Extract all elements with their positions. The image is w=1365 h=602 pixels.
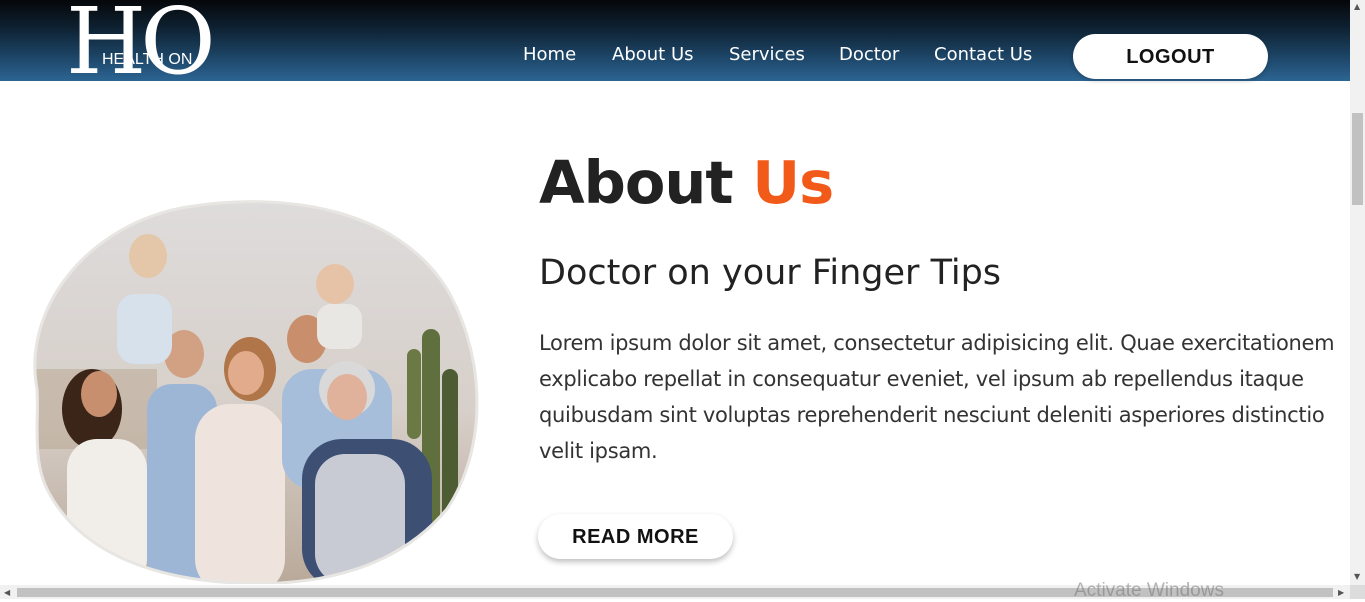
nav-doctor[interactable]: Doctor [839, 42, 899, 68]
about-subtitle: Doctor on your Finger Tips [539, 253, 1002, 293]
read-more-button[interactable]: READ MORE [538, 514, 733, 559]
nav-contact-us[interactable]: Contact Us [934, 42, 1032, 68]
nav-about-us[interactable]: About Us [612, 42, 694, 68]
scroll-right-arrow-icon[interactable]: ▶ [1338, 588, 1344, 598]
family-photo [33, 200, 479, 584]
about-heading-main: About [539, 148, 734, 217]
site-logo[interactable]: HO HEALTH ON [66, 0, 226, 92]
scroll-left-arrow-icon[interactable]: ◀ [4, 588, 10, 598]
about-paragraph: Lorem ipsum dolor sit amet, consectetur … [539, 331, 1335, 463]
scroll-up-arrow-icon[interactable]: ▲ [1354, 2, 1360, 12]
about-heading-accent: Us [752, 148, 834, 217]
vertical-scroll-thumb[interactable] [1352, 113, 1363, 205]
scrollbar-corner [1350, 585, 1365, 599]
logo-text: HEALTH ON [102, 51, 193, 68]
logout-button[interactable]: LOGOUT [1073, 34, 1268, 79]
scroll-down-arrow-icon[interactable]: ▼ [1354, 572, 1360, 582]
about-heading: About Us [539, 143, 834, 223]
nav-services[interactable]: Services [729, 42, 805, 68]
logo-monogram: HO [66, 0, 216, 95]
nav-home[interactable]: Home [523, 42, 576, 68]
vertical-scrollbar[interactable] [1350, 0, 1365, 585]
